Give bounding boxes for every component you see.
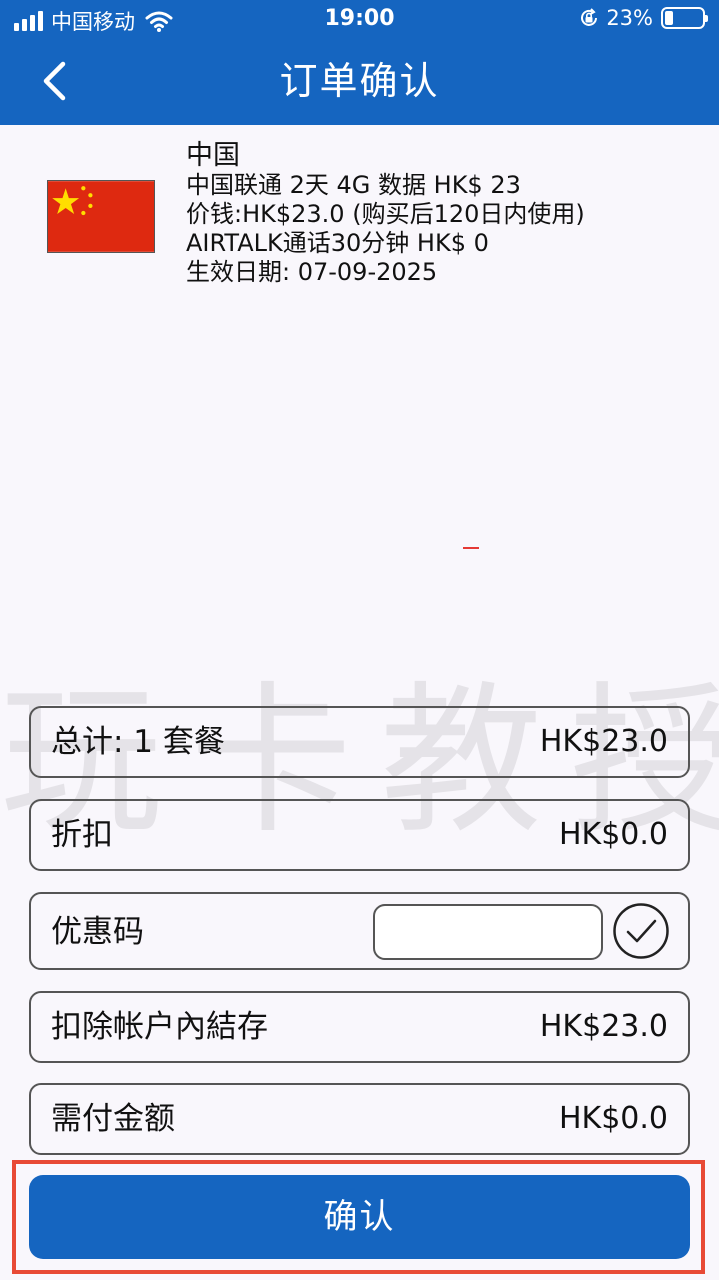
payable-label: 需付金额	[51, 1101, 175, 1137]
battery-percent: 23%	[606, 6, 653, 30]
battery-icon	[661, 7, 708, 29]
check-circle-icon[interactable]	[612, 902, 670, 960]
red-dash-mark	[463, 547, 479, 549]
product-price: 价钱:HK$23.0 (购买后120日内使用)	[186, 200, 585, 228]
product-plan: 中国联通 2天 4G 数据 HK$ 23	[186, 171, 521, 199]
app-header: 中国移动 19:00 23% 订单确认	[0, 0, 719, 125]
total-label: 总计: 1 套餐	[51, 724, 225, 760]
product-effective-date: 生效日期: 07-09-2025	[186, 258, 438, 286]
status-bar: 中国移动 19:00 23%	[0, 0, 719, 40]
china-flag-icon	[47, 180, 155, 253]
balance-value: HK$23.0	[539, 1009, 668, 1044]
product-info: 中国 中国联通 2天 4G 数据 HK$ 23 价钱:HK$23.0 (购买后1…	[186, 140, 706, 287]
product-airtalk: AIRTALK通话30分钟 HK$ 0	[186, 229, 489, 257]
nav-bar: 订单确认	[0, 40, 719, 125]
battery-level	[665, 11, 674, 25]
total-value: HK$23.0	[539, 724, 668, 759]
page-title: 订单确认	[279, 59, 440, 103]
total-row: 总计: 1 套餐 HK$23.0	[29, 706, 690, 778]
discount-value: HK$0.0	[558, 817, 668, 852]
discount-label: 折扣	[51, 817, 113, 853]
promo-label: 优惠码	[51, 914, 144, 950]
promo-code-input[interactable]	[373, 904, 603, 960]
discount-row: 折扣 HK$0.0	[29, 799, 690, 871]
payable-row: 需付金额 HK$0.0	[29, 1083, 690, 1155]
rotation-lock-icon	[581, 8, 598, 26]
payable-value: HK$0.0	[558, 1101, 668, 1136]
balance-row: 扣除帐户內結存 HK$23.0	[29, 991, 690, 1063]
status-right: 23%	[578, 6, 708, 30]
confirm-button[interactable]: 确认	[29, 1175, 690, 1259]
promo-row: 优惠码	[29, 892, 690, 970]
balance-label: 扣除帐户內結存	[51, 1009, 268, 1045]
product-country: 中国	[186, 140, 240, 171]
